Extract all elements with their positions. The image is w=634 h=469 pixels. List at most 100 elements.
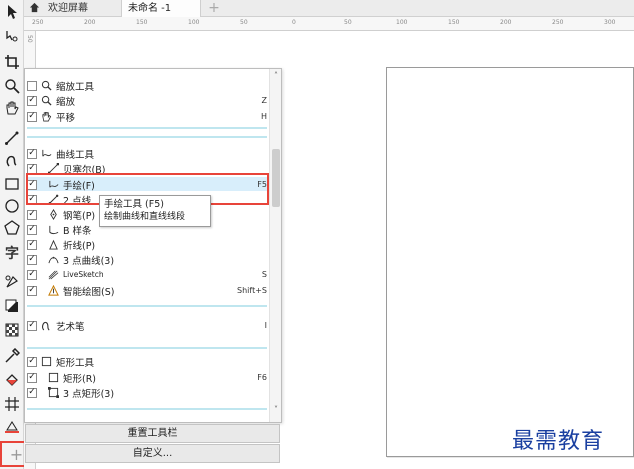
fill-tool-icon[interactable] (2, 370, 22, 390)
item-label: 曲线工具 (56, 149, 95, 161)
item-label: B 样条 (63, 225, 92, 237)
shape-tool-icon[interactable] (2, 26, 22, 46)
item-checkbox[interactable]: ✓ (27, 320, 37, 331)
item-shortcut: F5 (257, 180, 267, 189)
toolbox-item-row[interactable]: ✓ 智能绘图(S) Shift+S (25, 284, 269, 298)
zoom-tool-icon[interactable] (2, 76, 22, 96)
toolbox-item-row[interactable]: ✓ 矩形工具 (25, 355, 269, 369)
smart-fill-icon[interactable] (2, 416, 22, 436)
toolbox-item-row[interactable]: ✓ 手绘(F) F5 (25, 178, 269, 192)
ruler-top-tick: 0 (292, 19, 296, 26)
item-checkbox[interactable]: ✓ (27, 163, 37, 174)
rect-icon (40, 355, 53, 368)
pen-icon (47, 208, 60, 221)
group-separator (27, 347, 267, 349)
item-checkbox[interactable] (27, 80, 37, 91)
new-tab-button[interactable]: + (206, 0, 222, 17)
polygon-tool-icon[interactable] (2, 218, 22, 238)
toolbox-item-row[interactable]: ✓ LiveSketch S (25, 268, 269, 281)
group-separator (27, 127, 267, 129)
pick-tool-icon[interactable] (2, 2, 22, 22)
freehand-tool-icon[interactable] (2, 128, 22, 148)
curve-icon (40, 147, 53, 160)
item-checkbox[interactable]: ✓ (27, 285, 37, 296)
ruler-top-tick: 100 (188, 19, 200, 26)
ruler-top-tick: 50 (240, 19, 248, 26)
ruler-top-tick: 300 (604, 19, 616, 26)
popup-scrollbar[interactable]: ˄ ˅ (269, 69, 281, 422)
toolbox-customize-popup: 缩放工具 ✓ 缩放 Z ✓ 平移 H ✓ 曲线工具 ✓ 贝塞尔(B) ✓ 手绘(F) F5 ✓ 2 点线 ✓ 钢笔… (24, 68, 282, 423)
crop-tool-icon[interactable] (2, 52, 22, 72)
scroll-up-icon[interactable]: ˄ (270, 71, 281, 80)
toolbox-item-row[interactable]: ✓ 贝塞尔(B) (25, 162, 269, 176)
item-checkbox[interactable]: ✓ (27, 111, 37, 122)
item-checkbox[interactable]: ✓ (27, 209, 37, 220)
tab-untitled-document[interactable]: 未命名 -1 (121, 0, 201, 17)
bezier-icon (47, 162, 60, 175)
item-label: 手绘(F) (63, 180, 95, 192)
toolbox-item-row[interactable]: 缩放工具 (25, 79, 269, 93)
toolbox-item-row[interactable]: ✓ 平移 H (25, 110, 269, 124)
item-checkbox[interactable]: ✓ (27, 224, 37, 235)
item-label: 艺术笔 (56, 321, 85, 333)
group-separator (27, 136, 267, 138)
item-label: 平移 (56, 112, 76, 124)
3ptcurve-icon (47, 253, 60, 266)
item-checkbox[interactable]: ✓ (27, 254, 37, 265)
freehand-tooltip: 手绘工具 (F5) 绘制曲线和直线线段 (99, 195, 211, 227)
toolbox-item-row[interactable]: ✓ 3 点曲线(3) (25, 253, 269, 267)
watermark-text: 最需教育 (512, 429, 605, 454)
scroll-down-icon[interactable]: ˅ (270, 405, 281, 414)
toolbox-item-row[interactable]: ✓ 缩放 Z (25, 94, 269, 108)
item-checkbox[interactable]: ✓ (27, 148, 37, 159)
polyline-icon (47, 238, 60, 251)
item-checkbox[interactable]: ✓ (27, 356, 37, 367)
item-checkbox[interactable]: ✓ (27, 372, 37, 383)
ruler-top-tick: 200 (84, 19, 96, 26)
item-label: 3 点矩形(3) (63, 388, 115, 400)
home-icon[interactable] (29, 2, 40, 16)
eyedropper-tool-icon[interactable] (2, 346, 22, 366)
toolbox-item-row[interactable]: ✓ 曲线工具 (25, 147, 269, 161)
2point-icon (47, 193, 60, 206)
scrollbar-thumb[interactable] (272, 149, 280, 207)
toolbox-item-row[interactable]: ✓ 折线(P) (25, 238, 269, 252)
item-label: 2 点线 (63, 195, 92, 207)
artistic-media-icon[interactable] (2, 150, 22, 170)
ellipse-tool-icon[interactable] (2, 196, 22, 216)
shadow-tool-icon[interactable] (2, 296, 22, 316)
item-label: 贝塞尔(B) (63, 164, 106, 176)
item-checkbox[interactable]: ✓ (27, 95, 37, 106)
ruler-top-tick: 50 (344, 19, 352, 26)
item-label: 折线(P) (63, 240, 96, 252)
mesh-fill-icon[interactable] (2, 394, 22, 414)
item-label: 3 点曲线(3) (63, 255, 115, 267)
zoom-icon (40, 94, 53, 107)
livesketch-icon (47, 268, 60, 281)
toolbox-item-row[interactable]: ✓ 艺术笔 I (25, 319, 269, 333)
ruler-top-tick: 250 (32, 19, 44, 26)
artpen-icon (40, 319, 53, 332)
ruler-left-tick: 50 (26, 35, 33, 43)
document-tab-bar: 欢迎屏幕 未命名 -1 + (24, 0, 634, 17)
item-label: 智能绘图(S) (63, 286, 115, 298)
toolbox-item-row[interactable]: ✓ 矩形(R) F6 (25, 371, 269, 385)
item-checkbox[interactable]: ✓ (27, 194, 37, 205)
reset-toolbar-button[interactable]: 重置工具栏 (25, 424, 280, 443)
transparency-tool-icon[interactable] (2, 320, 22, 340)
freehand-icon (47, 178, 60, 191)
item-checkbox[interactable]: ✓ (27, 269, 37, 280)
text-tool-icon[interactable]: 字 (2, 244, 22, 264)
rectangle-tool-icon[interactable] (2, 174, 22, 194)
pan-tool-icon[interactable] (2, 98, 22, 118)
interactive-tool-icon[interactable] (2, 272, 22, 292)
tooltip-text: 绘制曲线和直线线段 (104, 212, 186, 222)
item-checkbox[interactable]: ✓ (27, 179, 37, 190)
drawing-page[interactable] (386, 67, 634, 457)
toolbox-item-row[interactable]: ✓ 3 点矩形(3) (25, 386, 269, 400)
item-label: 钢笔(P) (63, 210, 96, 222)
item-shortcut: H (260, 112, 267, 121)
item-checkbox[interactable]: ✓ (27, 239, 37, 250)
customize-button[interactable]: 自定义... (25, 444, 280, 463)
item-checkbox[interactable]: ✓ (27, 387, 37, 398)
